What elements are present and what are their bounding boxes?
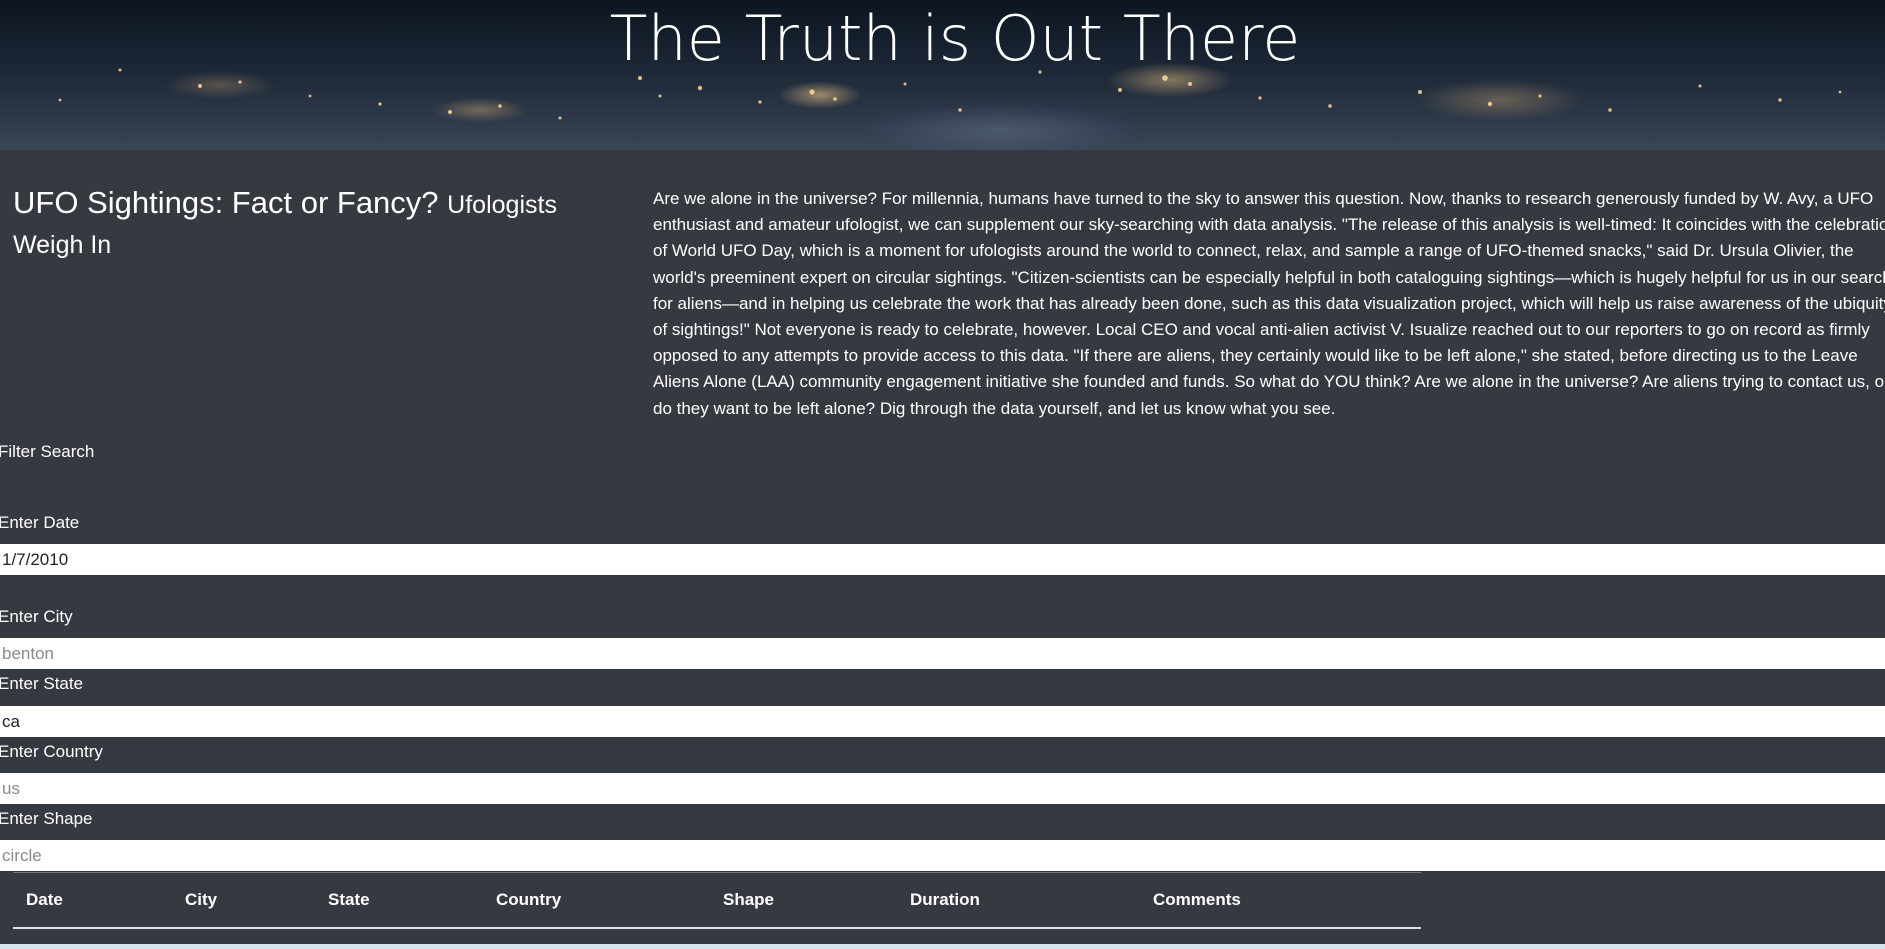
article-headline: UFO Sightings: Fact or Fancy? Ufologists…	[13, 184, 633, 264]
column-header-comments: Comments	[1140, 872, 1421, 929]
article-body: Are we alone in the universe? For millen…	[653, 189, 1885, 418]
column-header-state: State	[315, 872, 483, 929]
country-input[interactable]	[0, 773, 1885, 804]
shape-input[interactable]	[0, 840, 1885, 871]
column-header-country: Country	[483, 872, 710, 929]
hero-banner: The Truth is Out There	[0, 0, 1885, 150]
table-body-edge	[0, 944, 1885, 949]
filter-search-heading: Filter Search	[0, 442, 95, 461]
ufo-table: Date City State Country Shape Duration C…	[13, 872, 1421, 929]
city-input[interactable]	[0, 638, 1885, 669]
headline-main: UFO Sightings: Fact or Fancy?	[13, 185, 439, 220]
page-title: The Truth is Out There	[609, 2, 1301, 75]
country-label: Enter Country	[0, 742, 103, 761]
date-label: Enter Date	[0, 513, 80, 532]
state-input[interactable]	[0, 706, 1885, 737]
column-header-date: Date	[13, 872, 172, 929]
state-label: Enter State	[0, 674, 84, 693]
column-header-shape: Shape	[710, 872, 897, 929]
column-header-duration: Duration	[897, 872, 1140, 929]
column-header-city: City	[172, 872, 315, 929]
table-header-row: Date City State Country Shape Duration C…	[13, 872, 1421, 929]
shape-label: Enter Shape	[0, 809, 93, 828]
city-label: Enter City	[0, 607, 73, 626]
date-input[interactable]	[0, 544, 1885, 575]
